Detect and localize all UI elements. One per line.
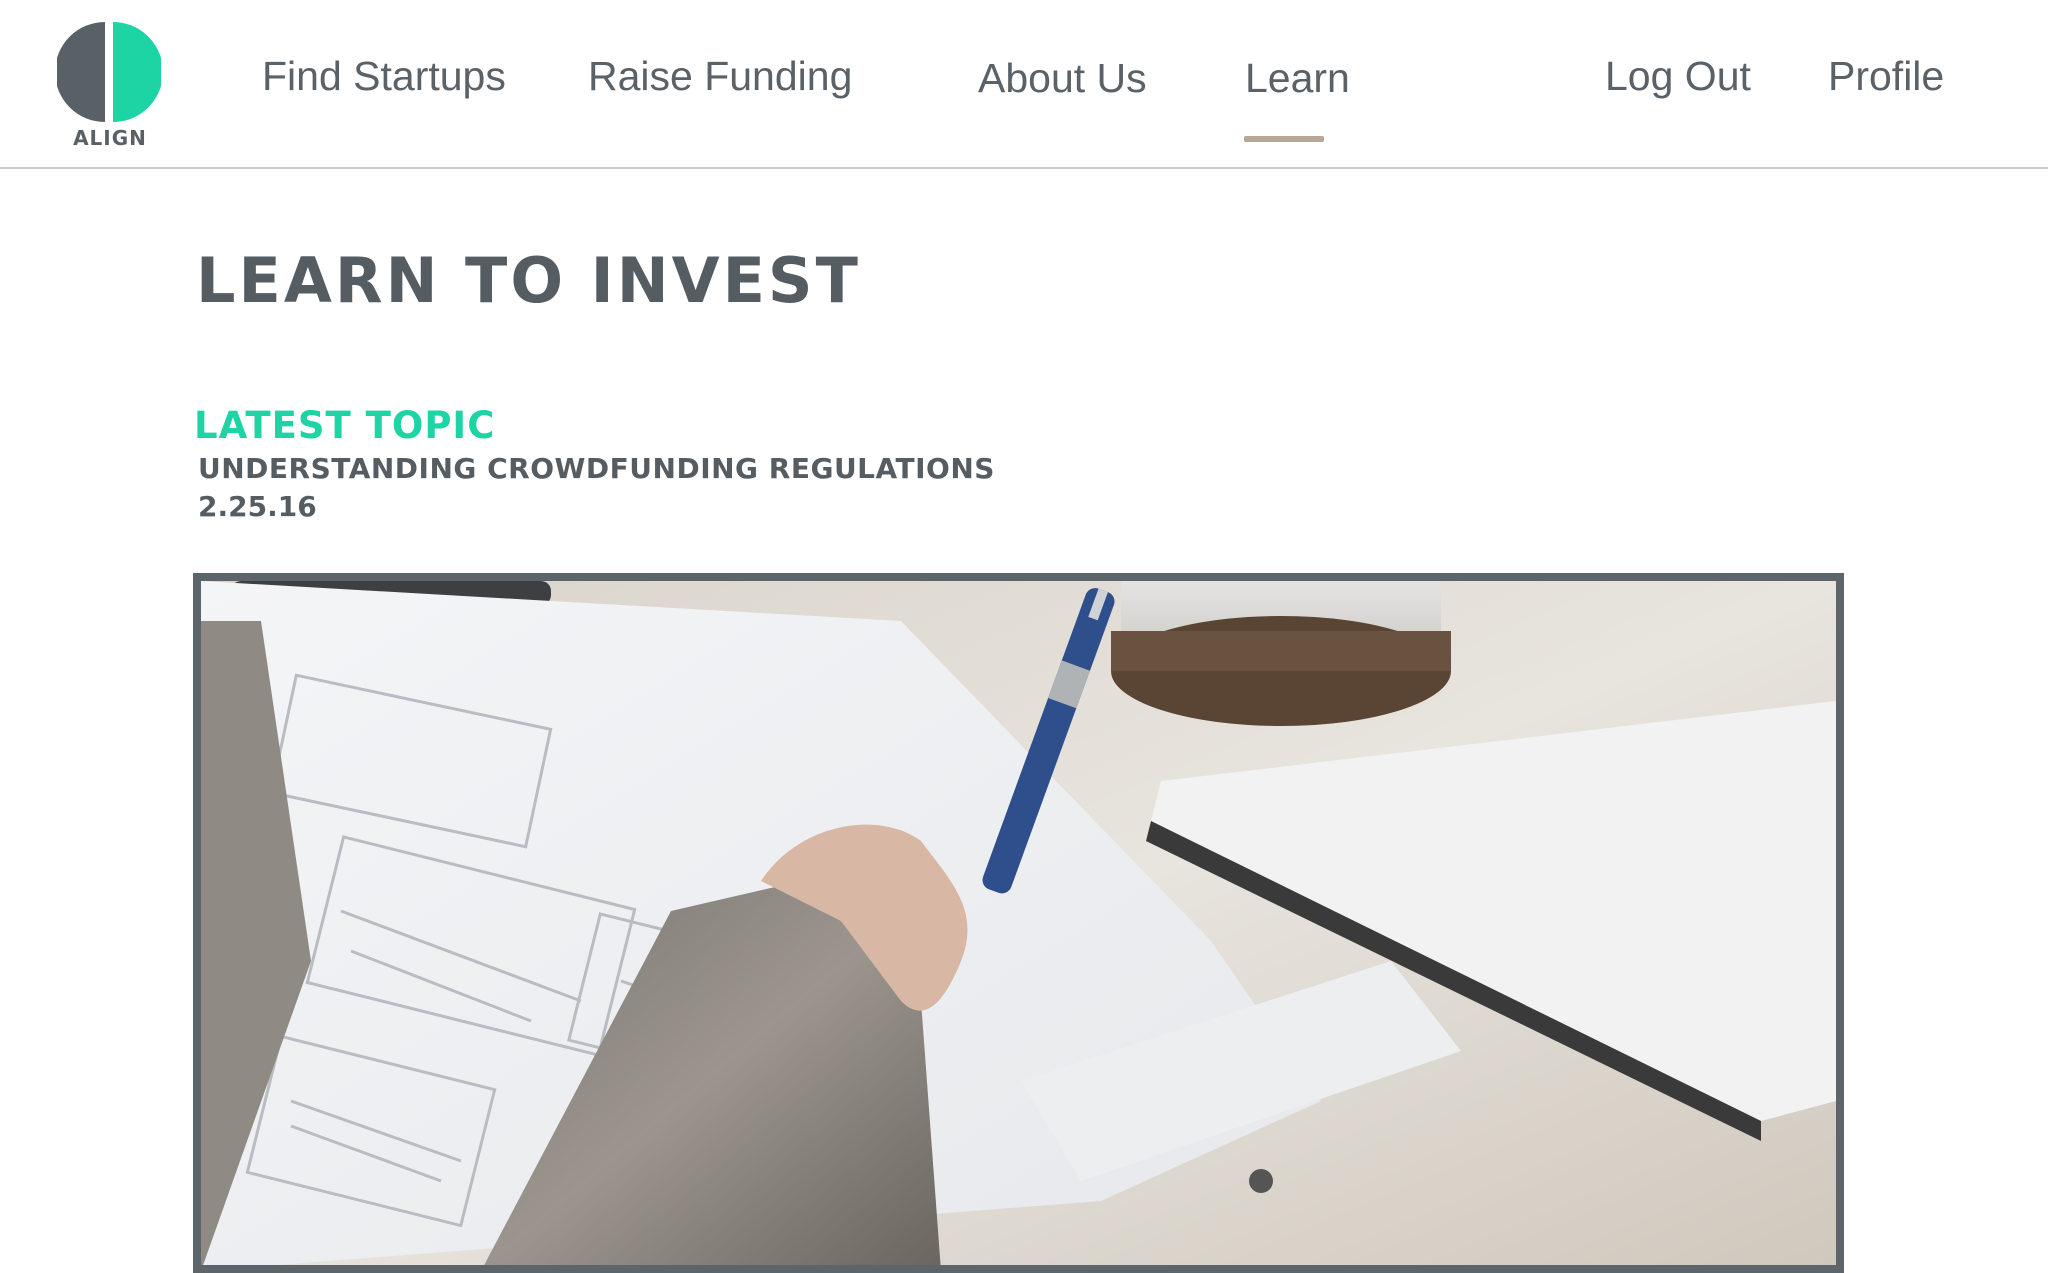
nav-log-out[interactable]: Log Out xyxy=(1605,56,1751,97)
photo-hand-writing-icon xyxy=(201,581,1836,1265)
nav-raise-funding[interactable]: Raise Funding xyxy=(588,56,852,97)
top-navbar: ALIGN Find Startups Raise Funding About … xyxy=(0,0,2048,169)
align-logo-icon xyxy=(57,22,161,122)
latest-topic-title[interactable]: UNDERSTANDING CROWDFUNDING REGULATIONS xyxy=(198,455,995,483)
active-nav-indicator xyxy=(1244,136,1324,142)
nav-find-startups[interactable]: Find Startups xyxy=(262,56,506,97)
page-title: LEARN TO INVEST xyxy=(196,244,861,317)
nav-profile[interactable]: Profile xyxy=(1828,56,1944,97)
latest-topic-label: LATEST TOPIC xyxy=(194,404,496,447)
logo-wordmark: ALIGN xyxy=(73,126,147,150)
align-logo[interactable]: ALIGN xyxy=(55,20,165,155)
latest-topic-date: 2.25.16 xyxy=(198,490,317,523)
latest-topic-image[interactable] xyxy=(193,573,1844,1273)
nav-learn[interactable]: Learn xyxy=(1245,58,1350,99)
nav-about-us[interactable]: About Us xyxy=(978,58,1147,99)
